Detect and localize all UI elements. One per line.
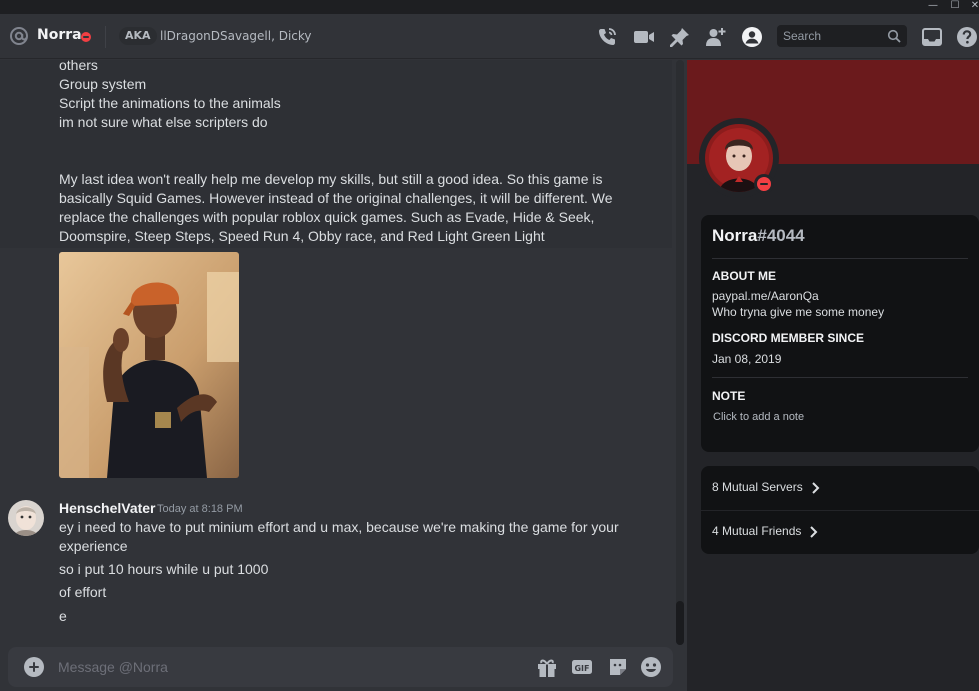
about-me-line: Who tryna give me some money [712, 305, 885, 319]
message-composer: GIF [8, 647, 673, 687]
window-titlebar: — ☐ ✕ [0, 0, 979, 14]
emoji-icon[interactable] [640, 656, 662, 678]
scrollbar-track[interactable] [676, 60, 684, 645]
aka-names: llDragonDSavagell, Dicky [160, 29, 312, 43]
header-divider [105, 26, 106, 48]
inbox-icon[interactable] [921, 26, 943, 48]
gif-icon[interactable]: GIF [571, 656, 593, 678]
message-timestamp: Today at 8:18 PM [157, 503, 243, 515]
message-line: im not sure what else scripters do [59, 114, 268, 130]
user-profile-panel: Norra#4044 ABOUT ME paypal.me/AaronQa Wh… [687, 60, 979, 691]
member-since-title: DISCORD MEMBER SINCE [712, 331, 865, 345]
message-line: basically Squid Games. However instead o… [59, 190, 613, 206]
chevron-right-icon [810, 526, 818, 538]
note-title: NOTE [712, 389, 746, 403]
card-divider [712, 258, 968, 259]
mutual-friends-row[interactable]: 4 Mutual Friends [701, 510, 979, 554]
author-avatar[interactable] [8, 500, 44, 536]
message-line: Script the animations to the animals [59, 95, 281, 111]
message-input[interactable] [58, 658, 518, 676]
mutual-friends-label: 4 Mutual Friends [712, 524, 802, 538]
message-list[interactable]: others Group system Script the animation… [0, 60, 687, 645]
do-not-disturb-status-icon [757, 177, 771, 191]
aka-badge: AKA [119, 27, 157, 45]
profile-card: Norra#4044 ABOUT ME paypal.me/AaronQa Wh… [701, 215, 979, 452]
gift-icon[interactable] [536, 656, 558, 678]
message-line: Doomspire, Steep Steps, Speed Run 4, Obb… [59, 228, 545, 244]
note-input[interactable] [713, 409, 913, 425]
about-me-line[interactable]: paypal.me/AaronQa [712, 289, 819, 303]
search-icon [887, 29, 901, 43]
phone-icon[interactable] [596, 26, 618, 48]
add-friend-icon[interactable] [705, 26, 727, 48]
message-line: so i put 10 hours while u put 1000 [59, 561, 269, 577]
mutual-servers-row[interactable]: 8 Mutual Servers [701, 466, 979, 510]
do-not-disturb-status-icon [81, 32, 91, 42]
profile-username[interactable]: Norra#4044 [712, 226, 805, 246]
scrollbar-thumb[interactable] [676, 601, 684, 645]
at-icon [10, 27, 28, 45]
window-close-button[interactable]: ✕ [963, 0, 979, 14]
search-input[interactable] [783, 29, 883, 43]
window-minimize-button[interactable]: — [921, 0, 945, 14]
card-divider [712, 377, 968, 378]
image-attachment[interactable] [59, 252, 239, 478]
svg-text:GIF: GIF [574, 664, 589, 673]
profile-discriminator: #4044 [757, 226, 805, 245]
pin-icon[interactable] [669, 26, 691, 48]
message-line: Group system [59, 76, 147, 92]
profile-toggle-icon[interactable] [741, 26, 763, 48]
message-line: ey i need to have to put minium effort a… [59, 519, 619, 535]
help-icon[interactable] [956, 26, 978, 48]
dm-recipient-name[interactable]: Norra [37, 27, 82, 43]
video-icon[interactable] [633, 26, 655, 48]
profile-display-name: Norra [712, 226, 758, 245]
member-since-date: Jan 08, 2019 [712, 352, 782, 366]
mutual-section: 8 Mutual Servers 4 Mutual Friends [701, 466, 979, 554]
message-line: of effort [59, 584, 107, 600]
mutual-servers-label: 8 Mutual Servers [712, 480, 803, 494]
chevron-right-icon [812, 482, 820, 494]
message-author[interactable]: HenschelVater [59, 500, 156, 516]
plus-icon[interactable] [24, 657, 44, 677]
message-line: e [59, 608, 67, 624]
message-line: experience [59, 538, 128, 554]
search-box[interactable] [777, 25, 907, 47]
message-line: replace the challenges with popular robl… [59, 209, 595, 225]
dm-header: Norra AKA llDragonDSavagell, Dicky [0, 14, 979, 59]
about-me-title: ABOUT ME [712, 269, 776, 283]
sticker-icon[interactable] [607, 656, 629, 678]
message-line: My last idea won't really help me develo… [59, 171, 603, 187]
message-line: others [59, 60, 98, 73]
